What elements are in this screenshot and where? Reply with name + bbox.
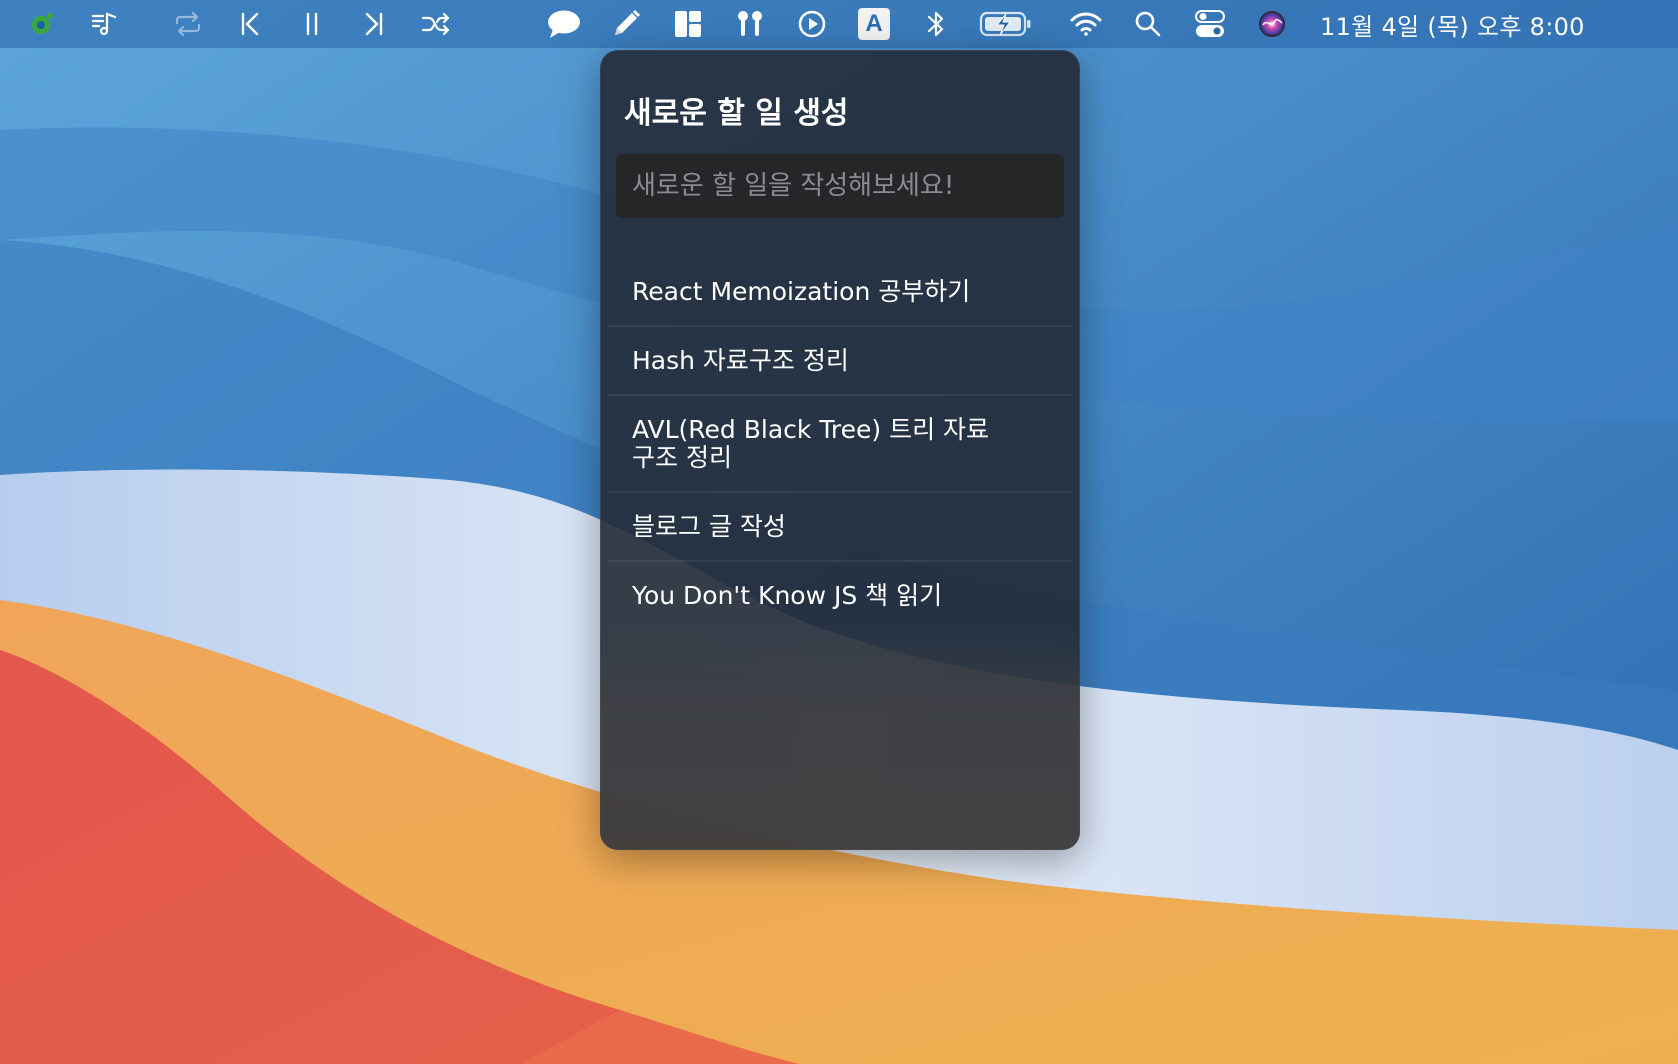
repeat-icon[interactable] — [168, 4, 208, 44]
next-track-icon[interactable] — [354, 4, 394, 44]
todo-item[interactable]: 블로그 글 작성 — [608, 493, 1072, 562]
pause-icon[interactable] — [292, 4, 332, 44]
siri-icon[interactable] — [1252, 4, 1292, 44]
battery-charging-icon[interactable] — [978, 4, 1034, 44]
play-circle-icon[interactable] — [792, 4, 832, 44]
bluetooth-icon[interactable] — [916, 4, 956, 44]
wifi-icon[interactable] — [1066, 4, 1106, 44]
todo-list: React Memoization 공부하기 Hash 자료구조 정리 AVL(… — [608, 258, 1072, 629]
todo-item-text: 블로그 글 작성 — [632, 512, 786, 541]
menu-bar-clock[interactable]: 11월 4일 (목) 오후 8:00 — [1320, 7, 1585, 42]
menu-bar: A 11월 4일 (목) 오후 8:00 — [0, 0, 1678, 48]
music-note-icon[interactable] — [84, 4, 124, 44]
airpods-icon[interactable] — [730, 4, 770, 44]
new-todo-input[interactable] — [616, 154, 1064, 218]
input-source-icon[interactable]: A — [854, 4, 894, 44]
popover-title: 새로운 할 일 생성 — [624, 96, 849, 131]
todo-item-text: You Don't Know JS 책 읽기 — [632, 581, 943, 610]
pencil-icon[interactable] — [606, 4, 646, 44]
todo-item[interactable]: React Memoization 공부하기 — [608, 258, 1072, 327]
todo-item-text: AVL(Red Black Tree) 트리 자료 구조 정리 — [632, 415, 990, 472]
desktop: A 11월 4일 (목) 오후 8:00 새로운 할 일 생성 React Me… — [0, 0, 1678, 1064]
todo-item[interactable]: You Don't Know JS 책 읽기 — [608, 562, 1072, 629]
todo-item-text: React Memoization 공부하기 — [632, 277, 971, 306]
shuffle-icon[interactable] — [416, 4, 456, 44]
todo-popover: 새로운 할 일 생성 React Memoization 공부하기 Hash 자… — [600, 50, 1080, 850]
popover-translucent-footer — [600, 620, 1080, 850]
previous-track-icon[interactable] — [230, 4, 270, 44]
chat-bubble-icon[interactable] — [544, 4, 584, 44]
layout-icon[interactable] — [668, 4, 708, 44]
app-status-icon[interactable] — [22, 4, 62, 44]
control-center-icon[interactable] — [1190, 4, 1230, 44]
todo-item-text: Hash 자료구조 정리 — [632, 346, 849, 375]
input-source-letter: A — [858, 8, 890, 40]
todo-item[interactable]: Hash 자료구조 정리 — [608, 327, 1072, 396]
todo-item[interactable]: AVL(Red Black Tree) 트리 자료 구조 정리 — [608, 396, 1072, 493]
spotlight-search-icon[interactable] — [1128, 4, 1168, 44]
